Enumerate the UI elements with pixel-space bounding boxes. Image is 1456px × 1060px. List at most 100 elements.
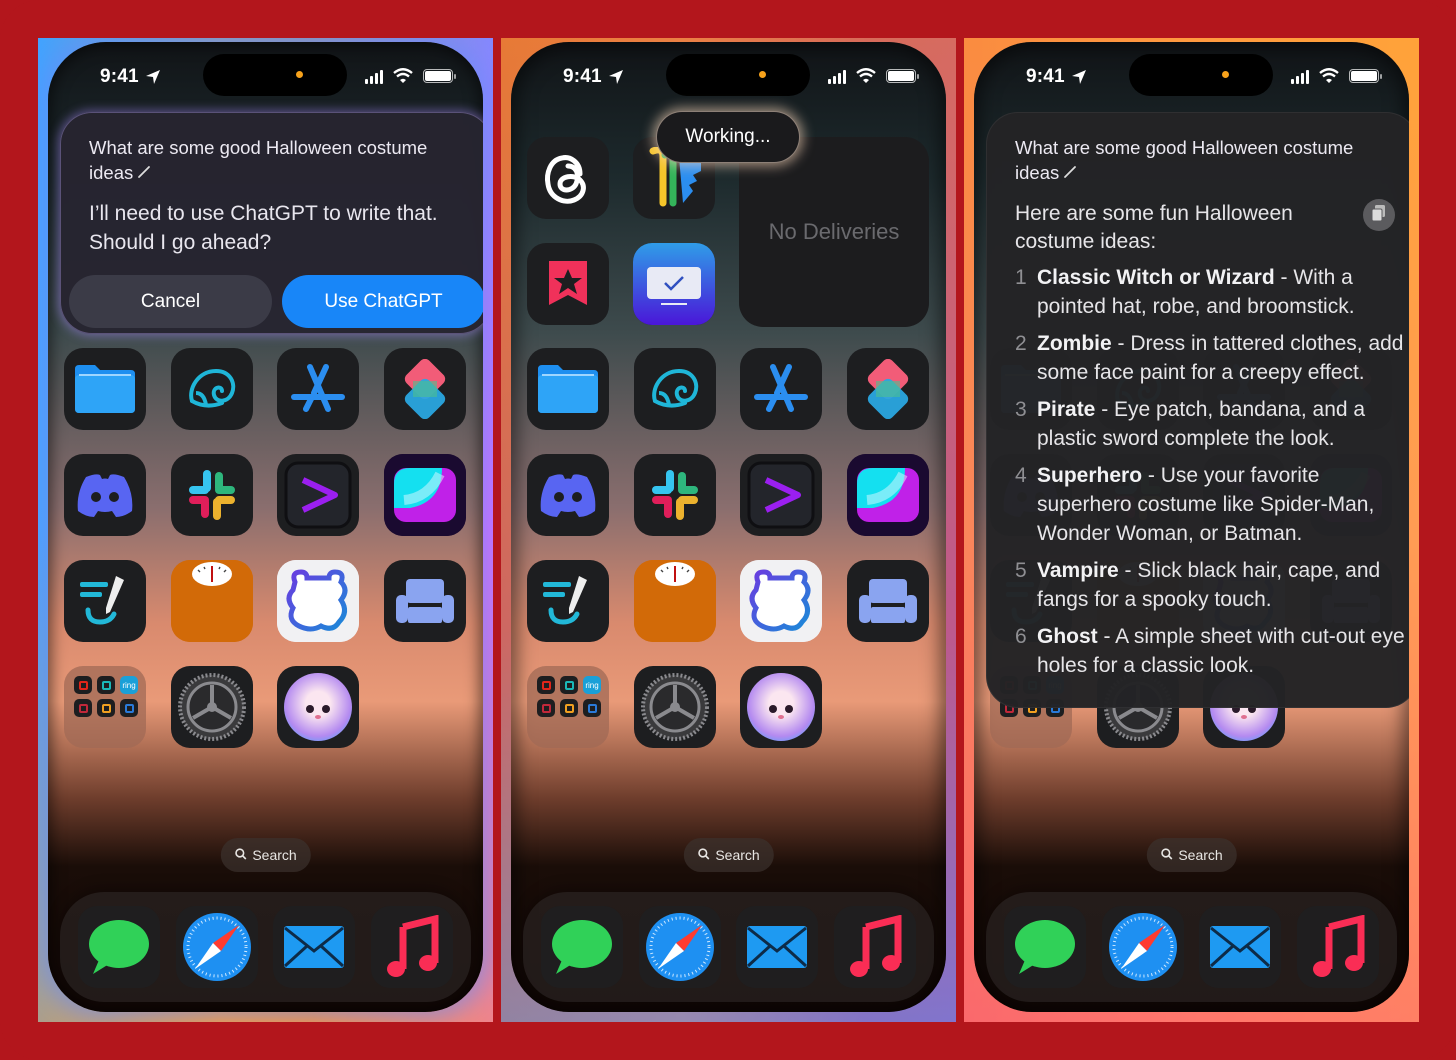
app-messages[interactable] (1003, 906, 1086, 988)
app-mail[interactable] (273, 906, 356, 988)
app-files[interactable] (64, 348, 146, 430)
screen-time-icon (633, 243, 715, 325)
app-screens[interactable] (383, 454, 466, 536)
app-app-store[interactable] (740, 348, 822, 430)
app-slack[interactable] (170, 454, 253, 536)
pencil-icon[interactable] (1063, 160, 1077, 185)
list-text: Vampire - Slick black hair, cape, and fa… (1037, 556, 1405, 614)
list-item: 2 Zombie - Dress in tattered clothes, add… (1015, 329, 1405, 387)
messages-icon (87, 918, 151, 976)
status-bar: 9:41 (511, 54, 946, 96)
app-scale[interactable] (170, 560, 253, 642)
search-icon (1160, 847, 1172, 863)
list-item: 4 Superhero - Use your favorite superhero… (1015, 461, 1405, 548)
app-bear[interactable] (277, 560, 359, 642)
status-time: 9:41 (1026, 66, 1065, 87)
app-settings[interactable] (633, 666, 716, 748)
app-settings[interactable] (170, 666, 253, 748)
siri-prompt: I’ll need to use ChatGPT to write that. … (89, 202, 438, 254)
app-shortcuts[interactable] (846, 348, 929, 430)
list-number: 5 (1015, 559, 1027, 582)
status-bar: 9:41 (974, 54, 1409, 96)
search-icon (234, 847, 246, 863)
copy-button[interactable] (1363, 199, 1395, 231)
app-scale[interactable] (633, 560, 716, 642)
shortcuts-icon (860, 359, 916, 419)
app-messages[interactable] (540, 906, 623, 988)
settings-icon (639, 671, 711, 743)
cancel-button[interactable]: Cancel (69, 275, 272, 328)
app-messages[interactable] (77, 906, 160, 988)
costume-title: Classic Witch or Wizard (1037, 266, 1275, 289)
app-nautilus[interactable] (633, 348, 716, 430)
app-goodlinks[interactable] (527, 243, 609, 325)
app-files[interactable] (527, 348, 609, 430)
search-label: Search (1178, 847, 1223, 863)
costume-list: 1 Classic Witch or Wizard - With a pointe… (1015, 263, 1405, 688)
phone-screen: 9:41 No Deliveries ring Search Working..… (511, 42, 946, 1012)
app-mail[interactable] (1199, 906, 1282, 988)
search-button[interactable]: Search (1146, 838, 1237, 872)
costume-title: Vampire (1037, 559, 1119, 582)
use-chatgpt-button[interactable]: Use ChatGPT (282, 275, 483, 328)
nautilus-icon (645, 363, 705, 415)
pet-app-icon (745, 671, 817, 743)
app-store-icon (288, 363, 348, 415)
messages-icon (550, 918, 614, 976)
answer-card: What are some good Halloween costume ide… (986, 112, 1409, 708)
app-safari[interactable] (1101, 906, 1184, 988)
deliveries-widget[interactable]: No Deliveries (739, 137, 929, 327)
list-number: 1 (1015, 266, 1027, 289)
app-mail[interactable] (736, 906, 819, 988)
app-store-icon (751, 363, 811, 415)
list-text: Ghost - A simple sheet with cut-out eye … (1037, 622, 1405, 680)
bear-icon (277, 560, 359, 642)
app-couch[interactable] (383, 560, 466, 642)
app-slack[interactable] (633, 454, 716, 536)
copy-icon (1371, 204, 1387, 227)
app-prompt[interactable] (277, 454, 359, 536)
search-button[interactable]: Search (683, 838, 774, 872)
app-prompt[interactable] (740, 454, 822, 536)
costume-title: Superhero (1037, 464, 1143, 487)
folder-app-home (537, 699, 555, 717)
app-notes-writer[interactable] (527, 560, 609, 642)
app-notes-writer[interactable] (64, 560, 146, 642)
app-screen-time[interactable] (633, 243, 715, 325)
dock (986, 892, 1397, 1002)
list-text: Pirate - Eye patch, bandana, and a plast… (1037, 395, 1405, 453)
list-number: 6 (1015, 625, 1027, 648)
app-discord[interactable] (527, 454, 609, 536)
working-indicator: Working... (656, 111, 800, 163)
app-couch[interactable] (846, 560, 929, 642)
pencil-icon[interactable] (137, 160, 151, 185)
safari-icon (181, 911, 253, 983)
scale-icon (170, 560, 253, 642)
app-folder[interactable]: ring (527, 666, 609, 748)
siri-query[interactable]: What are some good Halloween costume ide… (1015, 135, 1395, 185)
app-shortcuts[interactable] (383, 348, 466, 430)
app-app-store[interactable] (277, 348, 359, 430)
phone-screen: 9:41 ring Search What are some good Hall… (974, 42, 1409, 1012)
app-pet-app[interactable] (277, 666, 359, 748)
app-safari[interactable] (638, 906, 721, 988)
siri-query[interactable]: What are some good Halloween costume ide… (89, 135, 469, 185)
app-music[interactable] (371, 906, 454, 988)
app-safari[interactable] (175, 906, 258, 988)
mail-icon (746, 925, 808, 969)
app-threads[interactable] (527, 137, 609, 219)
app-pet-app[interactable] (740, 666, 822, 748)
app-bear[interactable] (740, 560, 822, 642)
app-music[interactable] (1297, 906, 1380, 988)
search-button[interactable]: Search (220, 838, 311, 872)
dynamic-island (1129, 54, 1273, 96)
app-discord[interactable] (64, 454, 146, 536)
app-music[interactable] (834, 906, 917, 988)
app-folder[interactable]: ring (64, 666, 146, 748)
app-nautilus[interactable] (170, 348, 253, 430)
list-text: Classic Witch or Wizard - With a pointed… (1037, 263, 1405, 321)
cellular-signal-icon (365, 70, 383, 84)
folder-app-sync (97, 676, 115, 694)
app-screens[interactable] (846, 454, 929, 536)
privacy-indicator (759, 71, 766, 78)
